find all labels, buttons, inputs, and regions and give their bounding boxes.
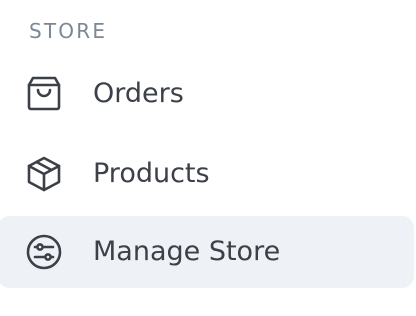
box-icon [24,154,64,194]
section-title: STORE [29,19,108,43]
sliders-icon [24,232,64,272]
sidebar-item-products[interactable]: Products [0,138,416,210]
sidebar-store-section: STORE Orders Products Manage Store [0,0,416,316]
sidebar-item-label: Products [93,158,210,189]
sidebar-item-label: Manage Store [93,236,281,267]
shopping-bag-icon [24,74,64,114]
sidebar-item-manage-store[interactable]: Manage Store [0,216,414,288]
sidebar-item-label: Orders [93,78,184,109]
sidebar-item-orders[interactable]: Orders [0,58,416,130]
